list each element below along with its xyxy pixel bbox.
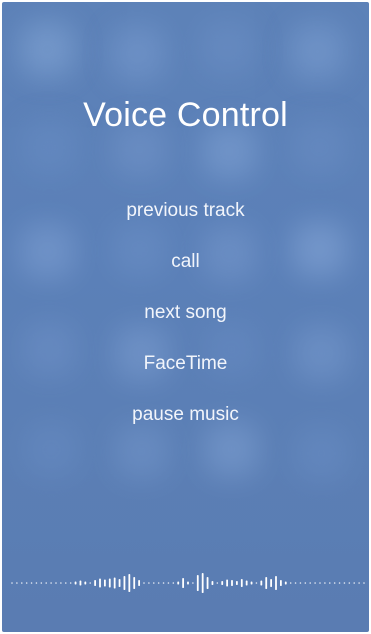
audio-waveform-icon: [11, 573, 365, 593]
suggestion-facetime: FaceTime: [143, 353, 228, 374]
suggestion-call: call: [171, 251, 200, 272]
command-suggestions: previous track call next song FaceTime p…: [2, 198, 369, 453]
page-title: Voice Control: [83, 96, 288, 134]
voice-control-screen: Voice Control previous track call next s…: [2, 2, 369, 632]
suggestion-previous-track: previous track: [126, 200, 245, 221]
suggestion-pause-music: pause music: [132, 404, 239, 425]
suggestion-next-song: next song: [144, 302, 227, 323]
